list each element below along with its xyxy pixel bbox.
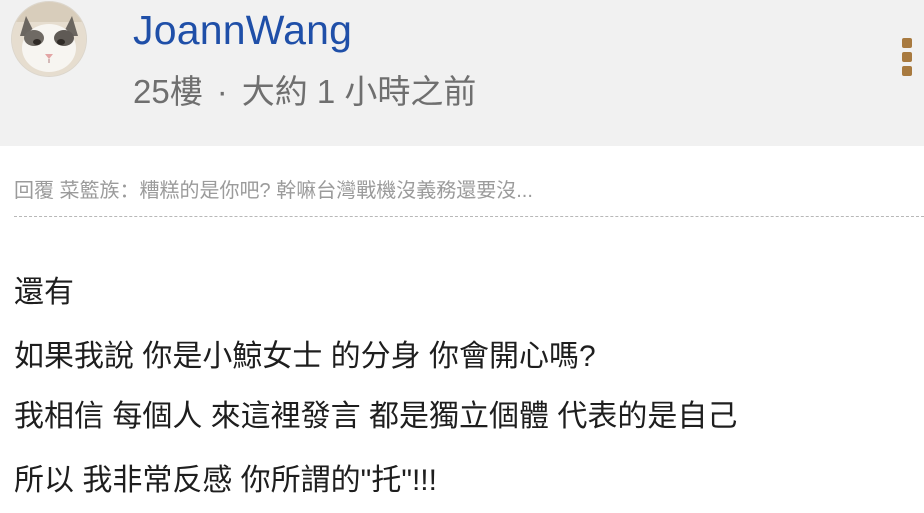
reply-quote[interactable]: 回覆 菜籃族：糟糕的是你吧? 幹嘛台灣戰機沒義務還要沒... [14,176,533,206]
comment-body-line: 所以 我非常反感 你所謂的"托"!!! [14,464,437,497]
comment-body-line: 如果我說 你是小鯨女士 的分身 你會開心嗎? [14,340,596,373]
cat-avatar-icon[interactable] [12,2,86,76]
vertical-ellipsis-dot [902,52,912,62]
vertical-ellipsis-dot [902,66,912,76]
timestamp[interactable]: 大約 1 小時之前 [242,73,477,110]
comment-body-line: 我相信 每個人 來這裡發言 都是獨立個體 代表的是自己 [14,400,738,433]
comment-card: JoannWang 25樓 · 大約 1 小時之前 回覆 菜籃族：糟糕的是你吧? 幹… [0,0,924,513]
comment-body-line: 還有 [14,276,74,309]
comment-meta: 25樓 · 大約 1 小時之前 [133,70,476,114]
author-name[interactable]: JoannWang [133,6,352,54]
floor-number: 25樓 [133,73,203,110]
more-options-button[interactable] [896,34,918,80]
comment-header: JoannWang 25樓 · 大約 1 小時之前 [0,0,924,146]
meta-separator: · [216,73,228,110]
divider [14,216,924,217]
vertical-ellipsis-icon [902,38,912,48]
